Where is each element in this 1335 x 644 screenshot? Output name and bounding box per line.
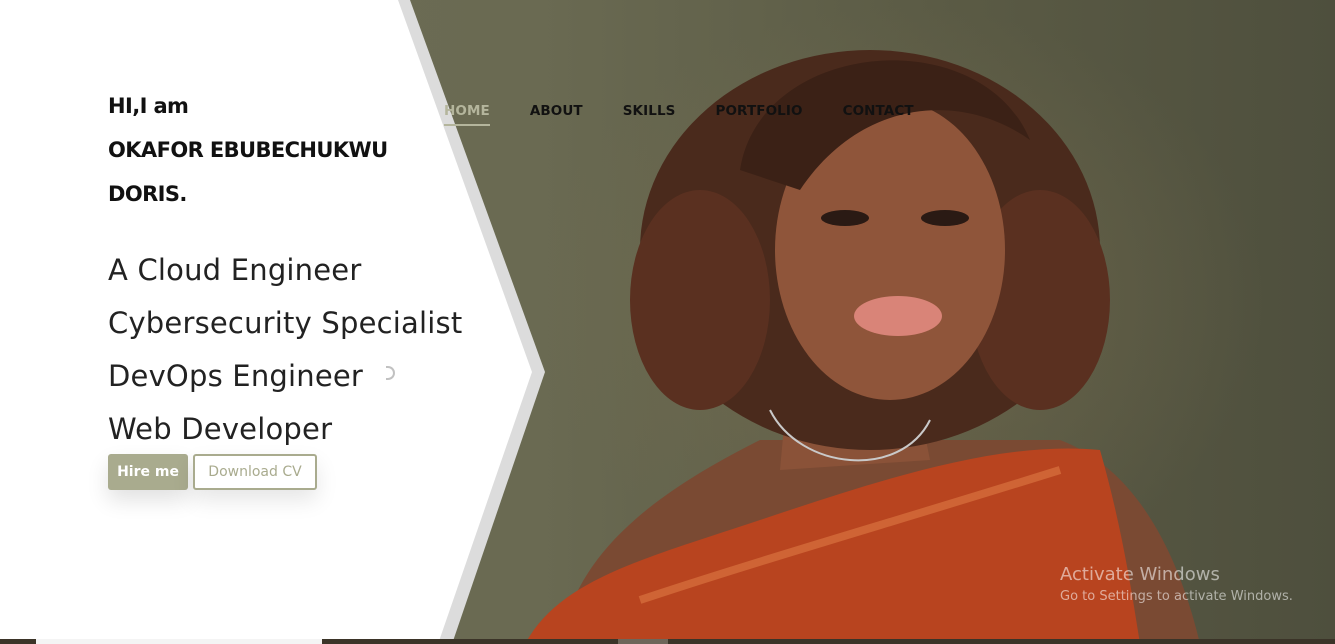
nav-skills[interactable]: SKILLS	[623, 103, 676, 126]
nav-portfolio[interactable]: PORTFOLIO	[715, 103, 802, 126]
name-line: DORIS.	[108, 182, 187, 206]
nav-contact[interactable]: CONTACT	[843, 103, 914, 126]
strip-segment	[36, 639, 322, 644]
hire-me-button[interactable]: Hire me	[108, 454, 188, 490]
nav-about[interactable]: ABOUT	[530, 103, 583, 126]
nav-home[interactable]: HOME	[444, 103, 490, 126]
role-item: DevOps Engineer	[108, 359, 364, 393]
strip-segment	[618, 639, 668, 644]
bottom-strip	[0, 639, 1335, 644]
roles-list: A Cloud Engineer Cybersecurity Specialis…	[108, 244, 462, 456]
name-line: OKAFOR EBUBECHUKWU	[108, 138, 388, 162]
activate-windows-watermark: Activate Windows Go to Settings to activ…	[1060, 564, 1293, 604]
hero-section: HI,I am OKAFOR EBUBECHUKWU DORIS. A Clou…	[0, 0, 1335, 644]
greeting-line: HI,I am	[108, 94, 189, 118]
main-nav: HOME ABOUT SKILLS PORTFOLIO CONTACT	[444, 103, 914, 126]
role-item: Cybersecurity Specialist	[108, 306, 463, 340]
download-cv-button[interactable]: Download CV	[193, 454, 317, 490]
greeting-heading: HI,I am OKAFOR EBUBECHUKWU DORIS.	[108, 84, 438, 216]
role-item: A Cloud Engineer	[108, 253, 362, 287]
watermark-title: Activate Windows	[1060, 564, 1220, 585]
role-item: Web Developer	[108, 412, 333, 446]
watermark-subtitle: Go to Settings to activate Windows.	[1060, 589, 1293, 604]
